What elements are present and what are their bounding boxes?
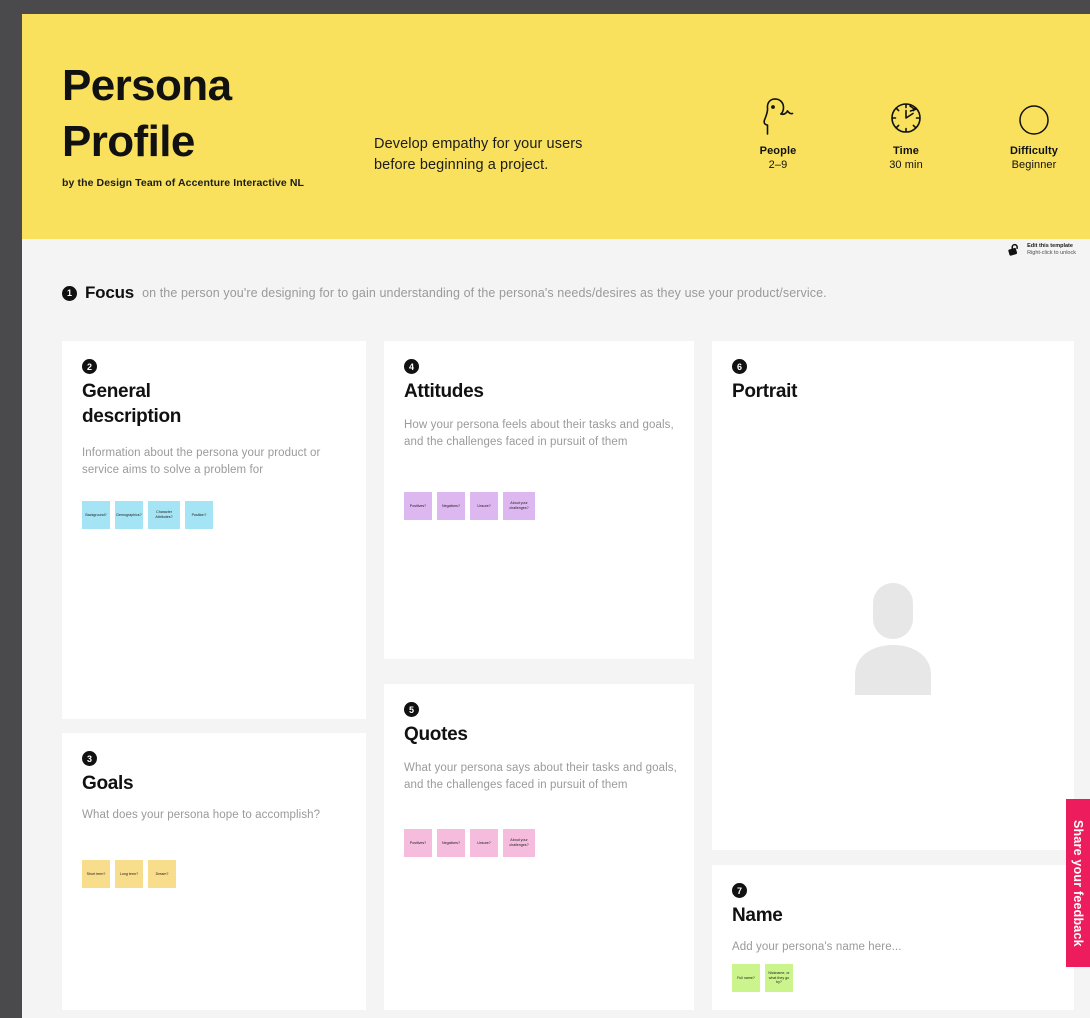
card-goals-description-text: What does your persona hope to accomplis… — [82, 809, 321, 821]
card-goals[interactable]: 3 Goals What does your persona hope to a… — [62, 733, 366, 1010]
canvas-board: Persona Profile by the Design Team of Ac… — [22, 14, 1090, 1018]
edit-template-badge[interactable]: Edit this template Right-click to unlock — [1007, 243, 1076, 257]
circle-icon — [996, 96, 1072, 136]
meta-stats: People 2–9 Time 30 min Difficulty Beginn… — [740, 96, 1072, 171]
meta-difficulty-value: Beginner — [1011, 159, 1057, 171]
step-badge-7: 7 — [732, 883, 747, 898]
clock-icon — [868, 96, 944, 136]
meta-people-value: 2–9 — [768, 159, 788, 171]
people-icon — [740, 96, 816, 136]
step-badge-6: 6 — [732, 359, 747, 374]
header-subtitle-line2: before beginning a project. — [374, 157, 549, 174]
sticky-note[interactable]: Negatives? — [437, 492, 465, 520]
edit-template-title: Edit this template — [1027, 243, 1073, 249]
card-attitudes-description-text: How your persona feels about their tasks… — [404, 419, 674, 449]
card-general-title-line2: description — [82, 406, 182, 428]
byline: by the Design Team of Accenture Interact… — [62, 177, 305, 189]
meta-time-label: Time — [893, 145, 919, 157]
card-general-description-text: Information about the persona your produ… — [82, 447, 321, 477]
header-subtitle: Develop empathy for your users before be… — [374, 134, 583, 177]
sticky-note[interactable]: Dream? — [148, 860, 176, 888]
sticky-note[interactable]: Nickname, or what they go by? — [765, 964, 793, 992]
focus-text: on the person you're designing for to ga… — [142, 286, 827, 300]
sticky-note[interactable]: Demographics? — [115, 501, 143, 529]
step-badge-4: 4 — [404, 359, 419, 374]
card-general-description[interactable]: 2 General description Information about … — [62, 341, 366, 719]
card-quotes-title: Quotes — [404, 724, 468, 745]
card-general-title: General description — [82, 379, 181, 430]
step-badge-2: 2 — [82, 359, 97, 374]
template-header: Persona Profile by the Design Team of Ac… — [22, 14, 1090, 239]
sticky-note[interactable]: Background? — [82, 501, 110, 529]
sticky-notes-attitudes: Positives? Negatives? Unsure? About your… — [404, 492, 535, 520]
meta-difficulty: Difficulty Beginner — [996, 96, 1072, 171]
lock-icon — [1008, 243, 1018, 256]
sticky-note[interactable]: Short term? — [82, 860, 110, 888]
header-subtitle-line1: Develop empathy for your users — [374, 136, 583, 152]
sticky-note[interactable]: Position? — [185, 501, 213, 529]
edit-template-text: Edit this template Right-click to unlock — [1027, 243, 1076, 257]
share-feedback-tab[interactable]: Share your feedback — [1066, 799, 1090, 967]
meta-people-label: People — [759, 145, 797, 157]
sticky-note[interactable]: Long term? — [115, 860, 143, 888]
focus-instruction: 1 Focus on the person you're designing f… — [62, 283, 827, 303]
share-feedback-label: Share your feedback — [1071, 819, 1085, 947]
sticky-notes-general: Background? Demographics? Character Attr… — [82, 501, 213, 529]
card-name-title: Name — [732, 905, 783, 926]
page-title: Persona Profile — [62, 58, 232, 171]
meta-time-value: 30 min — [889, 159, 923, 171]
card-attitudes[interactable]: 4 Attitudes How your persona feels about… — [384, 341, 694, 659]
step-badge-5: 5 — [404, 702, 419, 717]
sticky-note[interactable]: Full name? — [732, 964, 760, 992]
card-attitudes-title: Attitudes — [404, 381, 484, 402]
person-silhouette-icon — [852, 583, 934, 700]
sticky-note[interactable]: About your challenges? — [503, 492, 535, 520]
page-title-line2: Profile — [62, 117, 195, 167]
meta-difficulty-label: Difficulty — [1009, 145, 1059, 157]
sticky-note[interactable]: Character Attributes? — [148, 501, 180, 529]
meta-people: People 2–9 — [740, 96, 816, 171]
sticky-note[interactable]: Negatives? — [437, 829, 465, 857]
card-name-description-text: Add your persona's name here... — [732, 941, 902, 953]
sticky-notes-goals: Short term? Long term? Dream? — [82, 860, 176, 888]
page-title-line1: Persona — [62, 61, 232, 110]
focus-title: Focus — [85, 283, 135, 302]
card-portrait-title: Portrait — [732, 381, 798, 402]
sticky-note[interactable]: About your challenges? — [503, 829, 535, 857]
sticky-note[interactable]: Positives? — [404, 829, 432, 857]
sticky-note[interactable]: Unsure? — [470, 492, 498, 520]
step-badge-1: 1 — [62, 285, 77, 301]
card-portrait[interactable]: 6 Portrait — [712, 341, 1074, 850]
card-quotes-description-text: What your persona says about their tasks… — [404, 762, 677, 792]
sticky-note[interactable]: Unsure? — [470, 829, 498, 857]
card-name[interactable]: 7 Name Add your persona's name here... F… — [712, 865, 1074, 1010]
sticky-note[interactable]: Positives? — [404, 492, 432, 520]
sticky-notes-quotes: Positives? Negatives? Unsure? About your… — [404, 829, 535, 857]
meta-time: Time 30 min — [868, 96, 944, 171]
card-general-title-line1: General — [82, 381, 151, 402]
card-goals-title: Goals — [82, 773, 134, 794]
sticky-notes-name: Full name? Nickname, or what they go by? — [732, 964, 793, 992]
edit-template-hint: Right-click to unlock — [1027, 250, 1076, 257]
step-badge-3: 3 — [82, 751, 97, 766]
card-quotes[interactable]: 5 Quotes What your persona says about th… — [384, 684, 694, 1010]
